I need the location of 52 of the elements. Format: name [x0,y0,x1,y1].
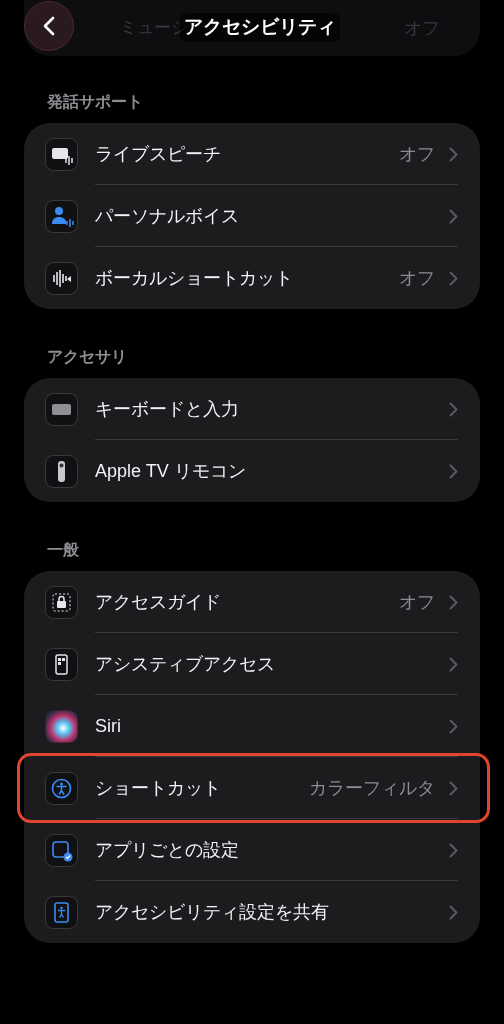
keyboard-icon [45,392,78,426]
chevron-icon [449,594,458,610]
row-label: アシスティブアクセス [95,652,276,676]
chevron-icon [449,718,458,734]
row-label: Apple TV リモコン [95,459,247,483]
chevron-icon [449,146,458,162]
row-label: キーボードと入力 [95,397,240,421]
lock-icon [45,585,78,619]
chevron-icon [449,463,458,479]
waveform-icon [45,261,78,295]
chevron-icon [449,401,458,417]
keyboard-wave-icon [45,137,78,171]
row-value: カラーフィルタ [309,776,435,800]
chevron-icon [449,208,458,224]
settings-row[interactable]: ショートカット カラーフィルタ [24,757,480,819]
phone-grid-icon [45,647,78,681]
settings-row[interactable]: パーソナルボイス [24,185,480,247]
row-label: ライブスピーチ [95,142,222,166]
row-value: オフ [399,590,435,614]
row-label: アクセスガイド [95,590,222,614]
accessibility-icon [45,771,78,805]
section-header: アクセサリ [47,347,128,367]
settings-row[interactable]: ボーカルショートカット オフ [24,247,480,309]
chevron-icon [449,842,458,858]
row-label: パーソナルボイス [95,204,240,228]
row-value: オフ [399,266,435,290]
share-person-icon [45,895,78,929]
remote-icon [45,454,78,488]
chevron-icon [449,904,458,920]
app-check-icon [45,833,78,867]
orb-icon [45,709,78,743]
back-icon [43,16,55,36]
person-wave-icon [45,199,78,233]
section-header: 一般 [47,540,80,560]
settings-row[interactable]: アプリごとの設定 [24,819,480,881]
settings-row[interactable]: アクセシビリティ設定を共有 [24,881,480,943]
settings-row[interactable]: アシスティブアクセス [24,633,480,695]
settings-row[interactable]: アクセスガイド オフ [24,571,480,633]
row-label: アクセシビリティ設定を共有 [95,900,330,924]
settings-row[interactable]: キーボードと入力 [24,378,480,440]
chevron-icon [449,656,458,672]
section-header: 発話サポート [47,92,144,112]
row-value: オフ [399,142,435,166]
row-label: Siri [95,714,122,738]
chevron-icon [449,780,458,796]
row-label: アプリごとの設定 [95,838,240,862]
settings-row[interactable]: Siri [24,695,480,757]
settings-row[interactable]: Apple TV リモコン [24,440,480,502]
chevron-icon [449,270,458,286]
settings-row[interactable]: ライブスピーチ オフ [24,123,480,185]
row-label: ボーカルショートカット [95,266,294,290]
row-label: ショートカット [95,776,222,800]
